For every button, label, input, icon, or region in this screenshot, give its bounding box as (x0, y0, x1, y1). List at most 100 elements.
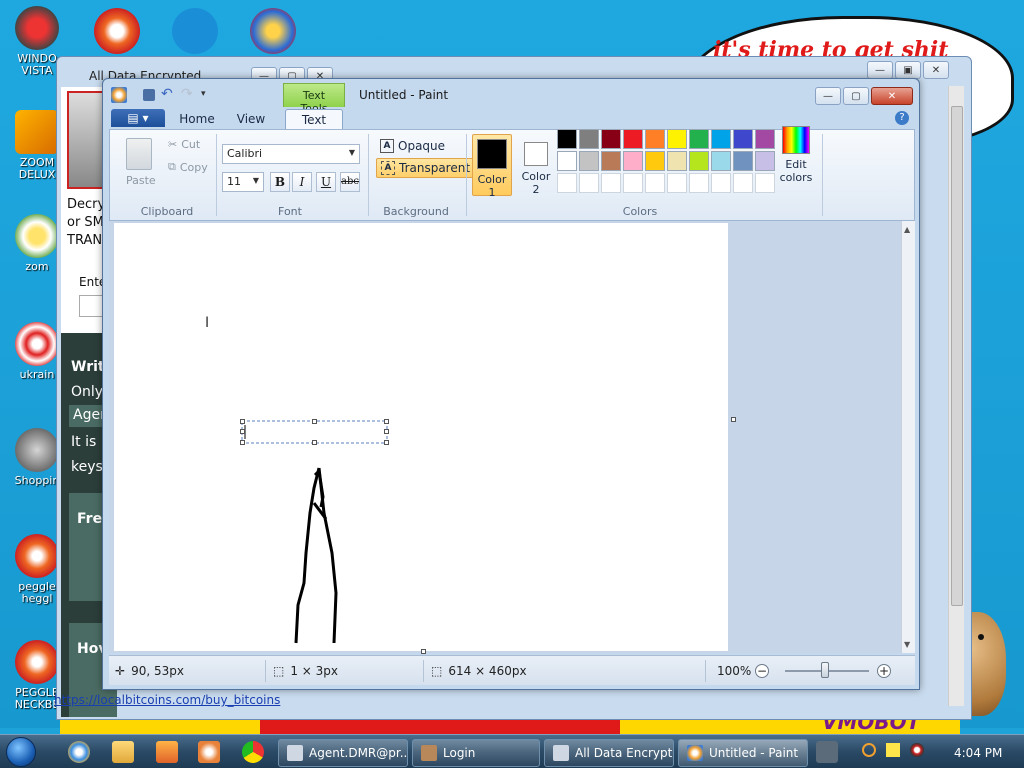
undo-icon[interactable]: ↶ (161, 87, 175, 103)
edit-colors-button[interactable]: Edit colors (776, 126, 816, 184)
palette-color-swatch[interactable] (689, 151, 709, 171)
zoom-out-button[interactable]: − (755, 664, 769, 678)
palette-color-swatch[interactable] (755, 129, 775, 149)
scrollbar-thumb[interactable] (951, 106, 963, 606)
notification-icon[interactable] (886, 743, 900, 757)
transparent-button[interactable]: A Transparent (376, 158, 476, 178)
close-button[interactable]: ✕ (871, 87, 913, 105)
palette-color-swatch[interactable] (623, 129, 643, 149)
custom-color-slot[interactable] (623, 173, 643, 193)
cut-button[interactable]: ✂ Cut (168, 138, 200, 151)
resize-handle[interactable] (312, 419, 317, 424)
paste-button[interactable]: Paste (126, 174, 156, 187)
resize-handle[interactable] (384, 429, 389, 434)
custom-color-slot[interactable] (733, 173, 753, 193)
palette-color-swatch[interactable] (733, 129, 753, 149)
globe-app-icon[interactable] (250, 8, 296, 54)
search-icon[interactable] (862, 743, 876, 757)
folder-icon[interactable] (112, 741, 134, 763)
skype-icon[interactable] (172, 8, 218, 54)
scroll-up-icon[interactable]: ▲ (904, 225, 910, 234)
minimize-button[interactable]: — (867, 61, 893, 79)
italic-button[interactable]: I (292, 172, 312, 192)
maximize-button[interactable]: ▣ (895, 61, 921, 79)
maximize-button[interactable]: ▢ (843, 87, 869, 105)
custom-color-slot[interactable] (667, 173, 687, 193)
tray-app-icon[interactable] (910, 743, 924, 757)
customize-qat-icon[interactable]: ▾ (201, 87, 211, 103)
taskbar-button-all-data-encrypted[interactable]: All Data Encrypt... (544, 739, 674, 767)
resize-handle[interactable] (240, 419, 245, 424)
palette-color-swatch[interactable] (689, 129, 709, 149)
clock[interactable]: 4:04 PM (954, 746, 1002, 760)
palette-color-swatch[interactable] (557, 129, 577, 149)
zoom-in-button[interactable]: + (877, 664, 891, 678)
save-icon[interactable] (143, 89, 155, 101)
underline-button[interactable]: U (316, 172, 336, 192)
resize-handle[interactable] (240, 429, 245, 434)
buy-bitcoins-link[interactable]: https://localbitcoins.com/buy_bitcoins (54, 693, 280, 707)
canvas-scrollbar[interactable]: ▲ ▼ (901, 221, 915, 653)
copy-button[interactable]: ⧉ Copy (168, 160, 208, 174)
taskbar-button-paint[interactable]: Untitled - Paint (678, 739, 808, 767)
palette-color-swatch[interactable] (733, 151, 753, 171)
custom-color-slot[interactable] (579, 173, 599, 193)
tab-home[interactable]: Home (173, 109, 221, 129)
chrome-icon[interactable] (242, 741, 264, 763)
palette-color-swatch[interactable] (667, 151, 687, 171)
start-button[interactable] (6, 737, 36, 767)
zoom-level: 100% (717, 664, 751, 678)
drawing-canvas[interactable] (114, 223, 728, 651)
media-player-icon[interactable] (156, 741, 178, 763)
peggle-icon[interactable] (94, 8, 140, 54)
internet-explorer-icon[interactable] (68, 741, 90, 763)
taskbar-button-agent[interactable]: Agent.DMR@pr... (278, 739, 408, 767)
background-scrollbar[interactable] (948, 86, 964, 706)
palette-color-swatch[interactable] (557, 151, 577, 171)
minimize-button[interactable]: — (815, 87, 841, 105)
tab-text[interactable]: Text (285, 109, 343, 129)
taskbar-button-login[interactable]: Login (412, 739, 540, 767)
custom-color-slot[interactable] (645, 173, 665, 193)
palette-color-swatch[interactable] (645, 129, 665, 149)
resize-handle[interactable] (240, 440, 245, 445)
bold-button[interactable]: B (270, 172, 290, 192)
palette-color-swatch[interactable] (601, 129, 621, 149)
palette-color-swatch[interactable] (755, 151, 775, 171)
opaque-button[interactable]: A Opaque (376, 136, 449, 156)
font-family-select[interactable]: Calibri ▼ (222, 144, 360, 164)
resize-handle[interactable] (384, 419, 389, 424)
taskbar-app-icon[interactable] (816, 741, 838, 763)
palette-color-swatch[interactable] (623, 151, 643, 171)
font-size-select[interactable]: 11 ▼ (222, 172, 264, 192)
scroll-down-icon[interactable]: ▼ (904, 640, 910, 649)
palette-color-swatch[interactable] (579, 129, 599, 149)
custom-color-slot[interactable] (689, 173, 709, 193)
palette-color-swatch[interactable] (579, 151, 599, 171)
help-icon[interactable]: ? (895, 111, 909, 125)
resize-handle[interactable] (312, 440, 317, 445)
canvas-resize-handle[interactable] (421, 649, 426, 654)
tab-view[interactable]: View (229, 109, 273, 129)
color-2-button[interactable]: Color 2 (516, 134, 556, 196)
close-button[interactable]: ✕ (923, 61, 949, 79)
canvas-resize-handle[interactable] (731, 417, 736, 422)
custom-color-slot[interactable] (557, 173, 577, 193)
resize-handle[interactable] (384, 440, 389, 445)
palette-color-swatch[interactable] (711, 151, 731, 171)
palette-color-swatch[interactable] (601, 151, 621, 171)
palette-color-swatch[interactable] (667, 129, 687, 149)
paint-titlebar[interactable]: ↶ ↷ ▾ Text Tools Untitled - Paint — ▢ ✕ (103, 79, 919, 115)
custom-color-slot[interactable] (711, 173, 731, 193)
custom-color-slot[interactable] (601, 173, 621, 193)
app-icon[interactable] (198, 741, 220, 763)
paint-menu-button[interactable]: ▤ ▾ (111, 109, 165, 127)
zoom-slider-thumb[interactable] (821, 662, 829, 678)
palette-color-swatch[interactable] (645, 151, 665, 171)
paint-app-icon[interactable] (111, 87, 127, 103)
color-1-button[interactable]: Color 1 (472, 134, 512, 199)
strikethrough-button[interactable]: abc (340, 172, 360, 192)
palette-color-swatch[interactable] (711, 129, 731, 149)
redo-icon[interactable]: ↷ (181, 87, 195, 103)
custom-color-slot[interactable] (755, 173, 775, 193)
